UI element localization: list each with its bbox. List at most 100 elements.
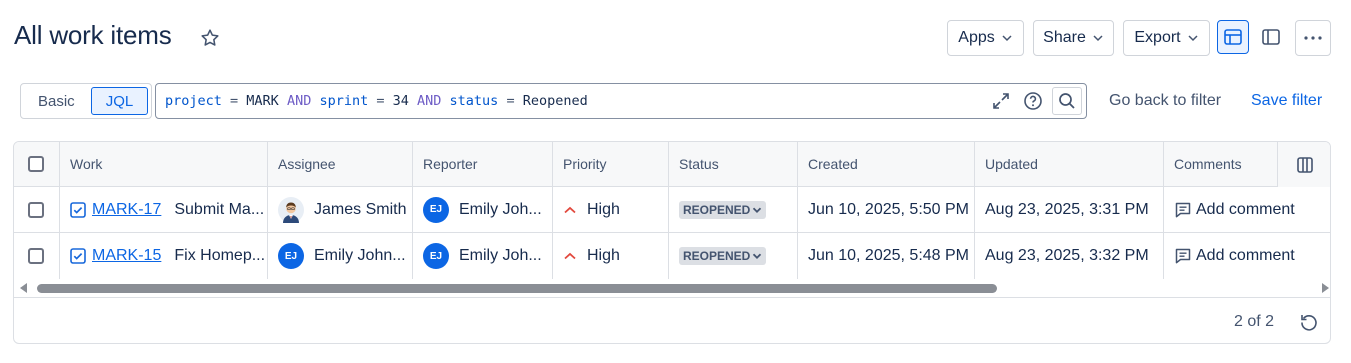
- scroll-left-icon[interactable]: [20, 283, 28, 293]
- export-button[interactable]: Export: [1123, 20, 1210, 56]
- page-title: All work items: [14, 20, 172, 50]
- search-button[interactable]: [1052, 87, 1082, 115]
- row-checkbox[interactable]: [28, 201, 44, 218]
- jql-token: AND: [408, 93, 450, 109]
- reporter-name: Emily Joh...: [459, 247, 542, 264]
- list-view-button[interactable]: [1217, 20, 1249, 54]
- created-cell: Jun 10, 2025, 5:50 PM: [798, 187, 975, 232]
- add-comment-label: Add comment: [1196, 247, 1295, 264]
- expand-icon: [993, 93, 1009, 109]
- row-checkbox[interactable]: [28, 248, 44, 264]
- column-header-updated[interactable]: Updated: [975, 142, 1164, 186]
- jql-token: Reopened: [522, 93, 588, 109]
- column-settings-button[interactable]: [1277, 142, 1330, 187]
- split-view-icon: [1262, 29, 1280, 45]
- jql-token: =: [221, 93, 247, 109]
- select-all-cell: [14, 142, 60, 186]
- work-item-summary[interactable]: Submit Ma...: [174, 201, 264, 219]
- status-cell: REOPENED: [669, 233, 798, 279]
- priority-cell[interactable]: High: [553, 233, 669, 279]
- jql-token: MARK: [246, 93, 279, 109]
- task-icon: [70, 201, 86, 218]
- jql-token: =: [498, 93, 523, 109]
- basic-mode-button[interactable]: Basic: [24, 87, 89, 115]
- go-back-to-filter-link[interactable]: Go back to filter: [1109, 92, 1221, 110]
- status-cell: REOPENED: [669, 187, 798, 232]
- refresh-icon[interactable]: [1299, 312, 1319, 332]
- jql-query-text: project = MARK AND sprint = 34 AND statu…: [165, 93, 588, 109]
- updated-cell: Aug 23, 2025, 3:31 PM: [975, 187, 1164, 232]
- priority-high-icon: [564, 206, 576, 213]
- jql-token: project: [165, 93, 222, 109]
- apps-button[interactable]: Apps: [947, 20, 1024, 56]
- table-icon: [1224, 29, 1242, 45]
- export-label: Export: [1134, 29, 1181, 46]
- avatar: EJ: [278, 243, 304, 269]
- chevron-down-icon: [753, 207, 762, 213]
- horizontal-scrollbar[interactable]: [14, 280, 1330, 296]
- comment-icon: [1175, 202, 1191, 217]
- comment-icon: [1175, 248, 1191, 264]
- status-label: REOPENED: [683, 202, 751, 217]
- work-item-key[interactable]: MARK-17: [92, 201, 161, 219]
- add-comment-label: Add comment: [1196, 200, 1295, 218]
- assignee-name: Emily John...: [314, 247, 406, 264]
- status-badge[interactable]: REOPENED: [679, 200, 767, 219]
- save-filter-link[interactable]: Save filter: [1251, 92, 1322, 110]
- status-badge[interactable]: REOPENED: [679, 247, 767, 265]
- chevron-down-icon: [1002, 35, 1012, 42]
- comment-cell[interactable]: Add comment: [1164, 187, 1330, 232]
- chevron-down-icon: [753, 253, 762, 259]
- jql-token: AND: [278, 93, 320, 109]
- task-icon: [70, 248, 86, 264]
- jql-token: sprint: [319, 93, 369, 109]
- work-item-summary[interactable]: Fix Homep...: [174, 247, 265, 265]
- jql-token: 34: [392, 93, 409, 109]
- help-icon: [1024, 92, 1042, 110]
- row-select-cell: [14, 233, 60, 279]
- share-button[interactable]: Share: [1033, 20, 1114, 56]
- work-cell: MARK-15 Fix Homep...: [60, 233, 268, 279]
- column-header-status[interactable]: Status: [669, 142, 798, 186]
- page-count: 2 of 2: [1233, 313, 1274, 330]
- column-header-work[interactable]: Work: [60, 142, 268, 186]
- comment-cell[interactable]: Add comment: [1164, 233, 1330, 279]
- table-footer: 2 of 2: [14, 297, 1330, 343]
- star-icon[interactable]: [199, 27, 221, 49]
- apps-label: Apps: [958, 29, 995, 46]
- expand-button[interactable]: [988, 87, 1014, 115]
- reporter-cell[interactable]: EJ Emily Joh...: [413, 233, 553, 279]
- reporter-cell[interactable]: EJ Emily Joh...: [413, 187, 553, 232]
- table-row[interactable]: MARK-17 Submit Ma... James Smith EJ Emil…: [14, 187, 1330, 233]
- assignee-cell[interactable]: James Smith: [268, 187, 413, 232]
- row-select-cell: [14, 187, 60, 232]
- table-row[interactable]: MARK-15 Fix Homep... EJ Emily John... EJ…: [14, 233, 1330, 279]
- select-all-checkbox[interactable]: [28, 156, 44, 172]
- scroll-right-icon[interactable]: [1321, 283, 1329, 293]
- help-button[interactable]: [1020, 87, 1046, 115]
- column-header-assignee[interactable]: Assignee: [268, 142, 413, 186]
- chevron-down-icon: [1093, 35, 1103, 42]
- more-actions-button[interactable]: [1295, 20, 1331, 56]
- search-icon: [1059, 93, 1075, 109]
- share-label: Share: [1043, 29, 1086, 46]
- detail-view-button[interactable]: [1255, 20, 1287, 54]
- priority-cell[interactable]: High: [553, 187, 669, 232]
- work-cell: MARK-17 Submit Ma...: [60, 187, 268, 232]
- jql-input[interactable]: project = MARK AND sprint = 34 AND statu…: [155, 83, 1087, 119]
- scrollbar-thumb[interactable]: [37, 284, 997, 293]
- avatar: EJ: [423, 196, 449, 223]
- jql-token: status: [449, 93, 499, 109]
- columns-icon: [1297, 156, 1313, 173]
- assignee-cell[interactable]: EJ Emily John...: [268, 233, 413, 279]
- column-header-created[interactable]: Created: [798, 142, 975, 186]
- reporter-name: Emily Joh...: [459, 200, 542, 218]
- work-items-table: Work Assignee Reporter Priority Status C…: [13, 141, 1331, 344]
- priority-high-icon: [564, 252, 576, 260]
- more-icon: [1304, 36, 1322, 40]
- column-header-priority[interactable]: Priority: [553, 142, 669, 186]
- work-item-key[interactable]: MARK-15: [92, 247, 161, 265]
- jql-mode-button[interactable]: JQL: [90, 87, 149, 115]
- avatar: EJ: [423, 243, 449, 269]
- column-header-reporter[interactable]: Reporter: [413, 142, 553, 186]
